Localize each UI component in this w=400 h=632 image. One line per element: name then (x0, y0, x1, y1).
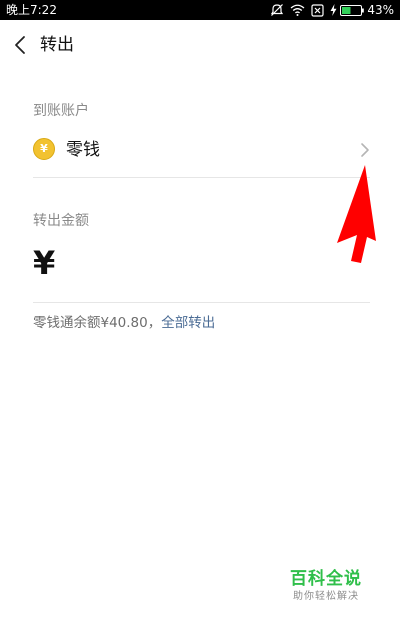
coin-icon: ¥ (33, 138, 55, 160)
header: 转出 (0, 20, 400, 72)
sim-x-icon (311, 3, 324, 17)
status-bar: 晚上7:22 43% (0, 0, 400, 20)
battery-icon (340, 4, 365, 16)
currency-symbol: ¥ (33, 244, 56, 282)
balance-text: 零钱通余额¥40.80， (33, 315, 162, 331)
status-icons: 43% (270, 0, 394, 20)
watermark-title: 百科全说 (290, 569, 362, 589)
mute-icon (271, 4, 284, 16)
status-time: 晚上7:22 (6, 3, 57, 17)
account-name: 零钱 (66, 140, 100, 160)
divider (33, 177, 370, 178)
red-arrow-icon (337, 165, 376, 263)
charging-icon (330, 4, 337, 16)
battery-indicator: 43% (330, 0, 394, 20)
divider (33, 302, 370, 303)
battery-percent: 43% (367, 3, 394, 17)
transfer-all-link[interactable]: 全部转出 (161, 315, 215, 331)
chevron-right-icon[interactable] (360, 142, 370, 158)
watermark-subtitle: 助你轻松解决 (293, 591, 359, 602)
balance-line: 零钱通余额¥40.80，全部转出 (33, 314, 215, 332)
chevron-left-icon[interactable] (10, 33, 34, 57)
watermark: 百科全说 助你轻松解决 (286, 568, 366, 604)
page-title: 转出 (40, 35, 74, 55)
coin-glyph: ¥ (40, 142, 48, 155)
account-selector[interactable]: ¥ 零钱 (33, 132, 370, 168)
account-section-label: 到账账户 (33, 103, 89, 119)
amount-section-label: 转出金额 (33, 213, 89, 229)
amount-input[interactable]: ¥ (33, 243, 333, 283)
wifi-icon (290, 4, 305, 16)
